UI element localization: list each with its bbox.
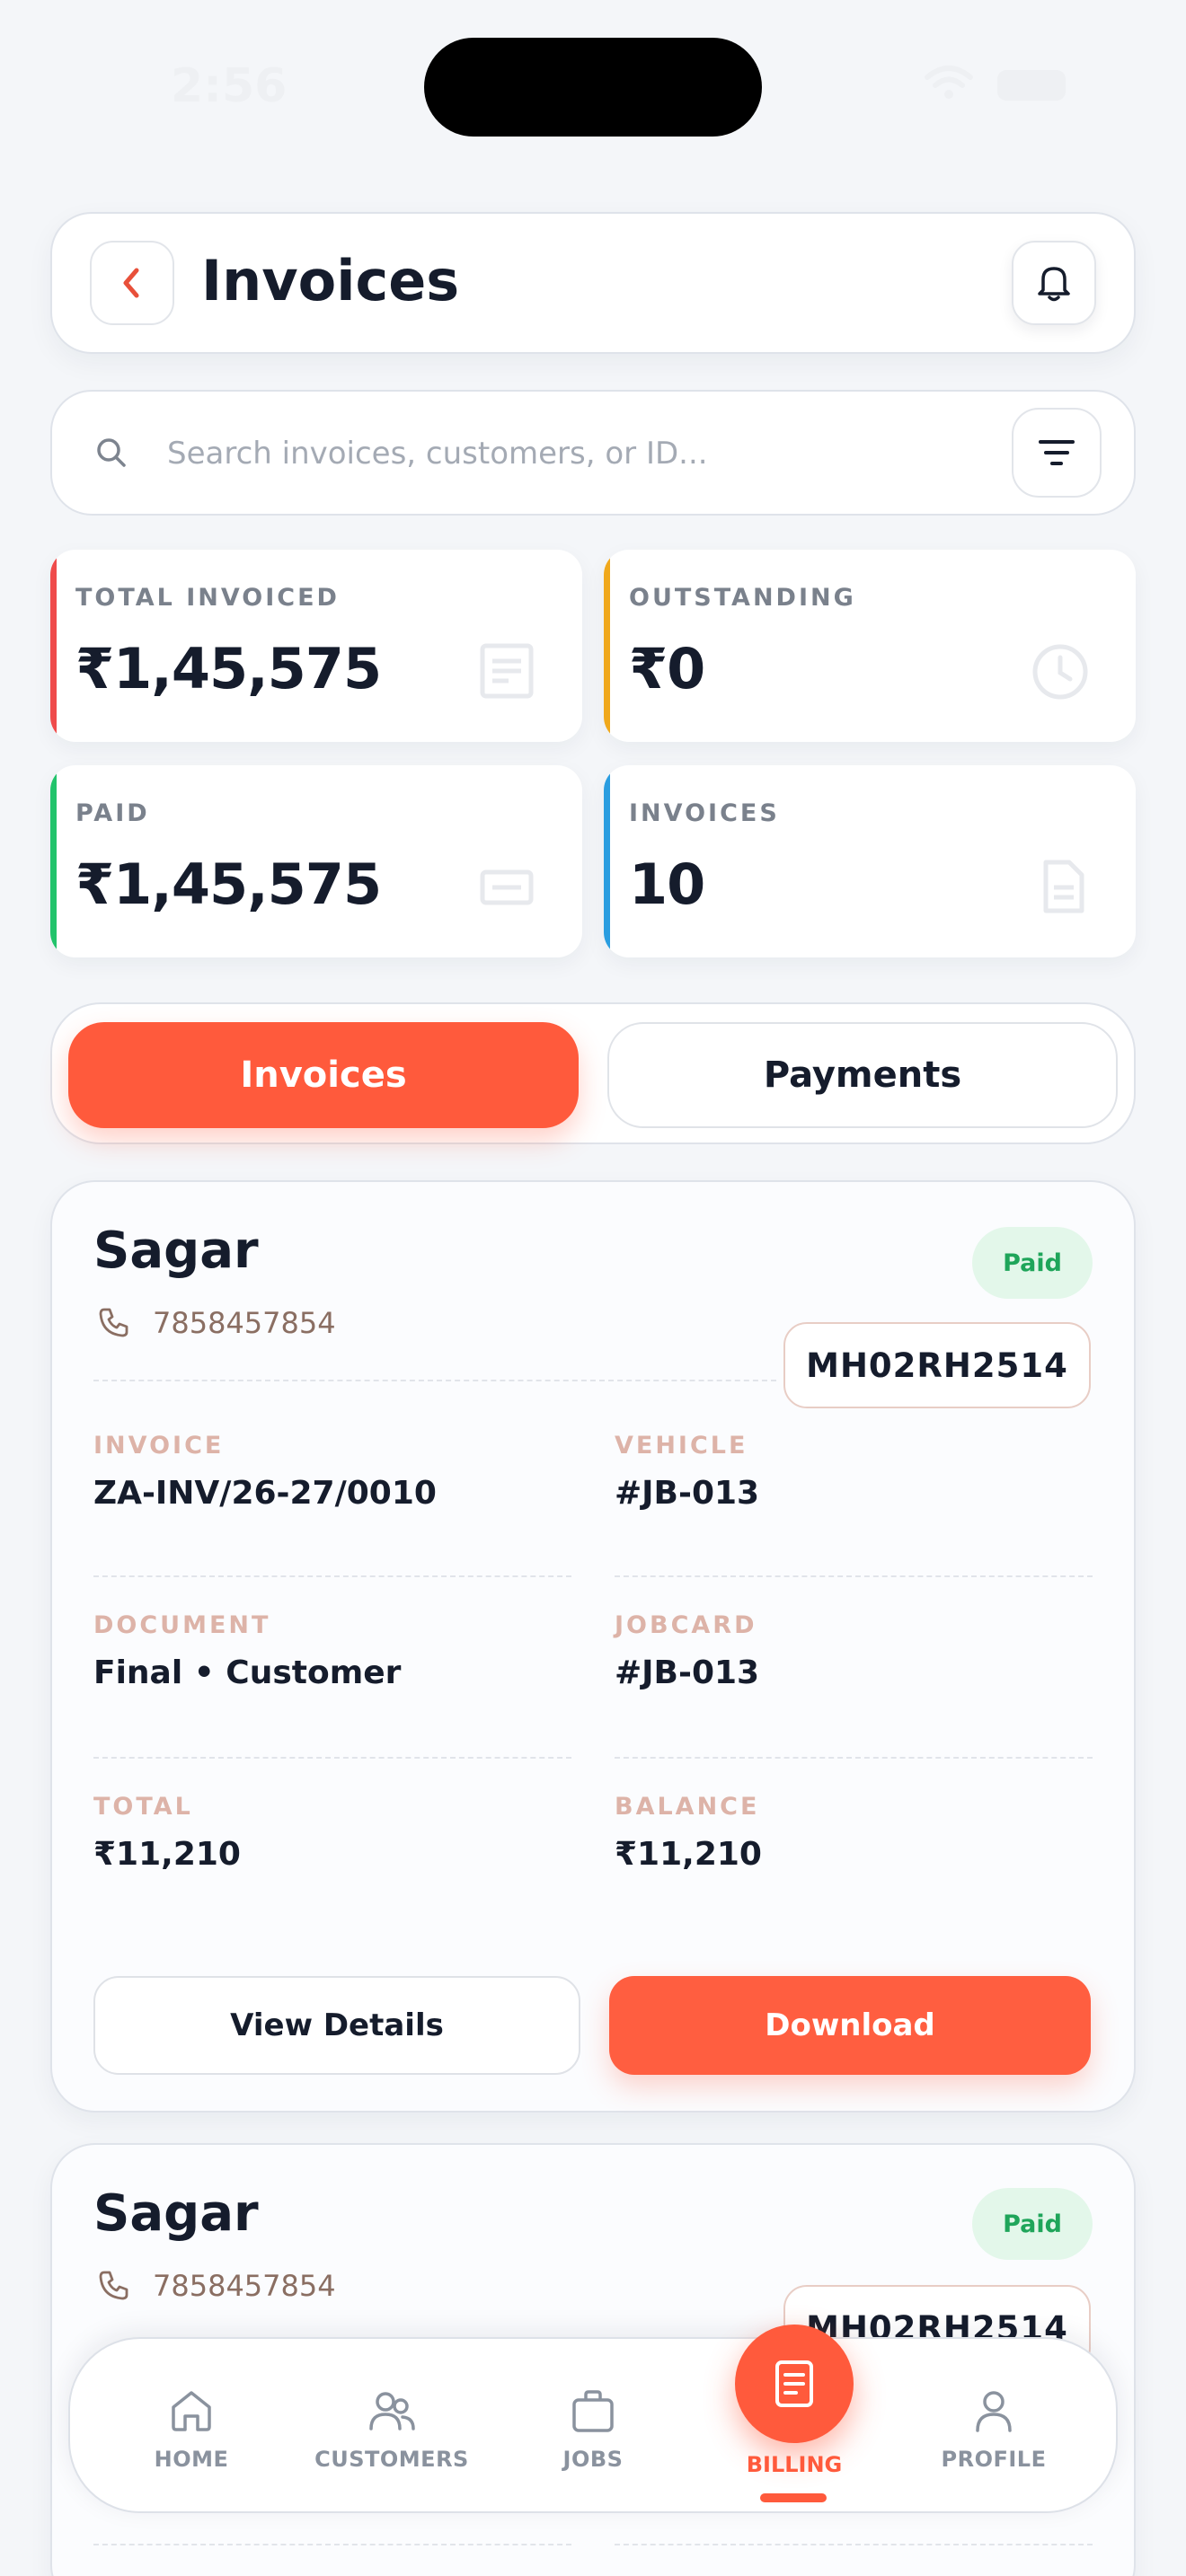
nav-label: JOBS <box>562 2447 624 2472</box>
document-lines-icon <box>480 643 534 699</box>
nav-jobs[interactable]: JOBS <box>503 2387 683 2472</box>
divider <box>615 1757 1093 1759</box>
document-label: DOCUMENT <box>93 1611 271 1639</box>
customer-name: Sagar <box>93 2184 259 2243</box>
dynamic-island <box>424 38 762 137</box>
jobcard-value: #JB-013 <box>615 1654 760 1691</box>
divider <box>93 2544 571 2545</box>
download-button[interactable]: Download <box>609 1976 1091 2075</box>
status-badge: Paid <box>972 1227 1093 1299</box>
invoice-number: ZA-INV/26-27/0010 <box>93 1475 437 1512</box>
total-value: ₹11,210 <box>93 1836 241 1873</box>
phone-icon <box>99 1308 128 1337</box>
total-label: TOTAL <box>93 1793 193 1821</box>
stat-label: OUTSTANDING <box>629 584 856 612</box>
nav-home[interactable]: HOME <box>102 2387 281 2472</box>
divider <box>93 1757 571 1759</box>
phone-icon <box>99 2271 128 2300</box>
customer-name: Sagar <box>93 1222 259 1280</box>
stat-card-outstanding: OUTSTANDING ₹0 <box>604 550 1136 742</box>
card-icon <box>480 869 534 905</box>
receipt-icon <box>775 2360 813 2407</box>
divider <box>93 1575 571 1577</box>
customer-phone: 7858457854 <box>153 2269 336 2303</box>
vehicle-plate: MH02RH2514 <box>783 1322 1091 1408</box>
file-icon <box>1043 860 1084 913</box>
nav-profile[interactable]: PROFILE <box>904 2387 1084 2472</box>
briefcase-icon <box>572 2390 614 2432</box>
divider <box>615 1575 1093 1577</box>
status-time: 2:56 <box>171 59 288 113</box>
nav-customers[interactable]: CUSTOMERS <box>302 2387 482 2472</box>
nav-billing[interactable] <box>735 2325 854 2443</box>
stat-card-invoices: INVOICES 10 <box>604 765 1136 957</box>
battery-icon <box>997 70 1066 101</box>
page-title: Invoices <box>201 248 460 313</box>
stat-label: TOTAL INVOICED <box>75 584 340 612</box>
tab-invoices[interactable]: Invoices <box>68 1022 579 1128</box>
stat-label: PAID <box>75 799 150 827</box>
active-indicator <box>760 2493 827 2502</box>
document-value: Final • Customer <box>93 1654 402 1691</box>
vehicle-value: #JB-013 <box>615 1475 760 1512</box>
status-badge: Paid <box>972 2188 1093 2260</box>
stat-value: ₹1,45,575 <box>75 636 382 701</box>
view-details-button[interactable]: View Details <box>93 1976 580 2075</box>
wifi-icon <box>925 66 973 99</box>
jobcard-label: JOBCARD <box>615 1611 757 1639</box>
stat-card-paid: PAID ₹1,45,575 <box>50 765 582 957</box>
divider <box>615 2544 1093 2545</box>
stat-label: INVOICES <box>629 799 780 827</box>
notifications-button[interactable] <box>1012 241 1096 325</box>
nav-label: PROFILE <box>941 2447 1047 2472</box>
users-icon <box>369 2392 415 2430</box>
invoice-label: INVOICE <box>93 1432 225 1460</box>
divider <box>93 1380 776 1381</box>
stat-value: 10 <box>629 851 705 917</box>
user-icon <box>976 2391 1012 2432</box>
bell-icon <box>1038 267 1070 302</box>
stat-card-total-invoiced: TOTAL INVOICED ₹1,45,575 <box>50 550 582 742</box>
nav-billing-label: BILLING <box>746 2452 843 2477</box>
search-input[interactable] <box>167 422 976 485</box>
clock-icon <box>1032 644 1088 700</box>
search-icon <box>97 438 126 467</box>
chevron-left-icon <box>123 268 139 298</box>
nav-label: HOME <box>154 2447 229 2472</box>
balance-label: BALANCE <box>615 1793 760 1821</box>
balance-value: ₹11,210 <box>615 1836 762 1873</box>
tab-payments[interactable]: Payments <box>607 1022 1118 1128</box>
customer-phone: 7858457854 <box>153 1306 336 1340</box>
vehicle-label: VEHICLE <box>615 1432 748 1460</box>
home-icon <box>172 2391 211 2431</box>
nav-label: CUSTOMERS <box>314 2447 469 2472</box>
back-button[interactable] <box>90 241 174 325</box>
stat-value: ₹1,45,575 <box>75 851 382 917</box>
stat-value: ₹0 <box>629 636 705 701</box>
filter-button[interactable] <box>1012 408 1102 498</box>
filter-icon <box>1039 440 1075 465</box>
